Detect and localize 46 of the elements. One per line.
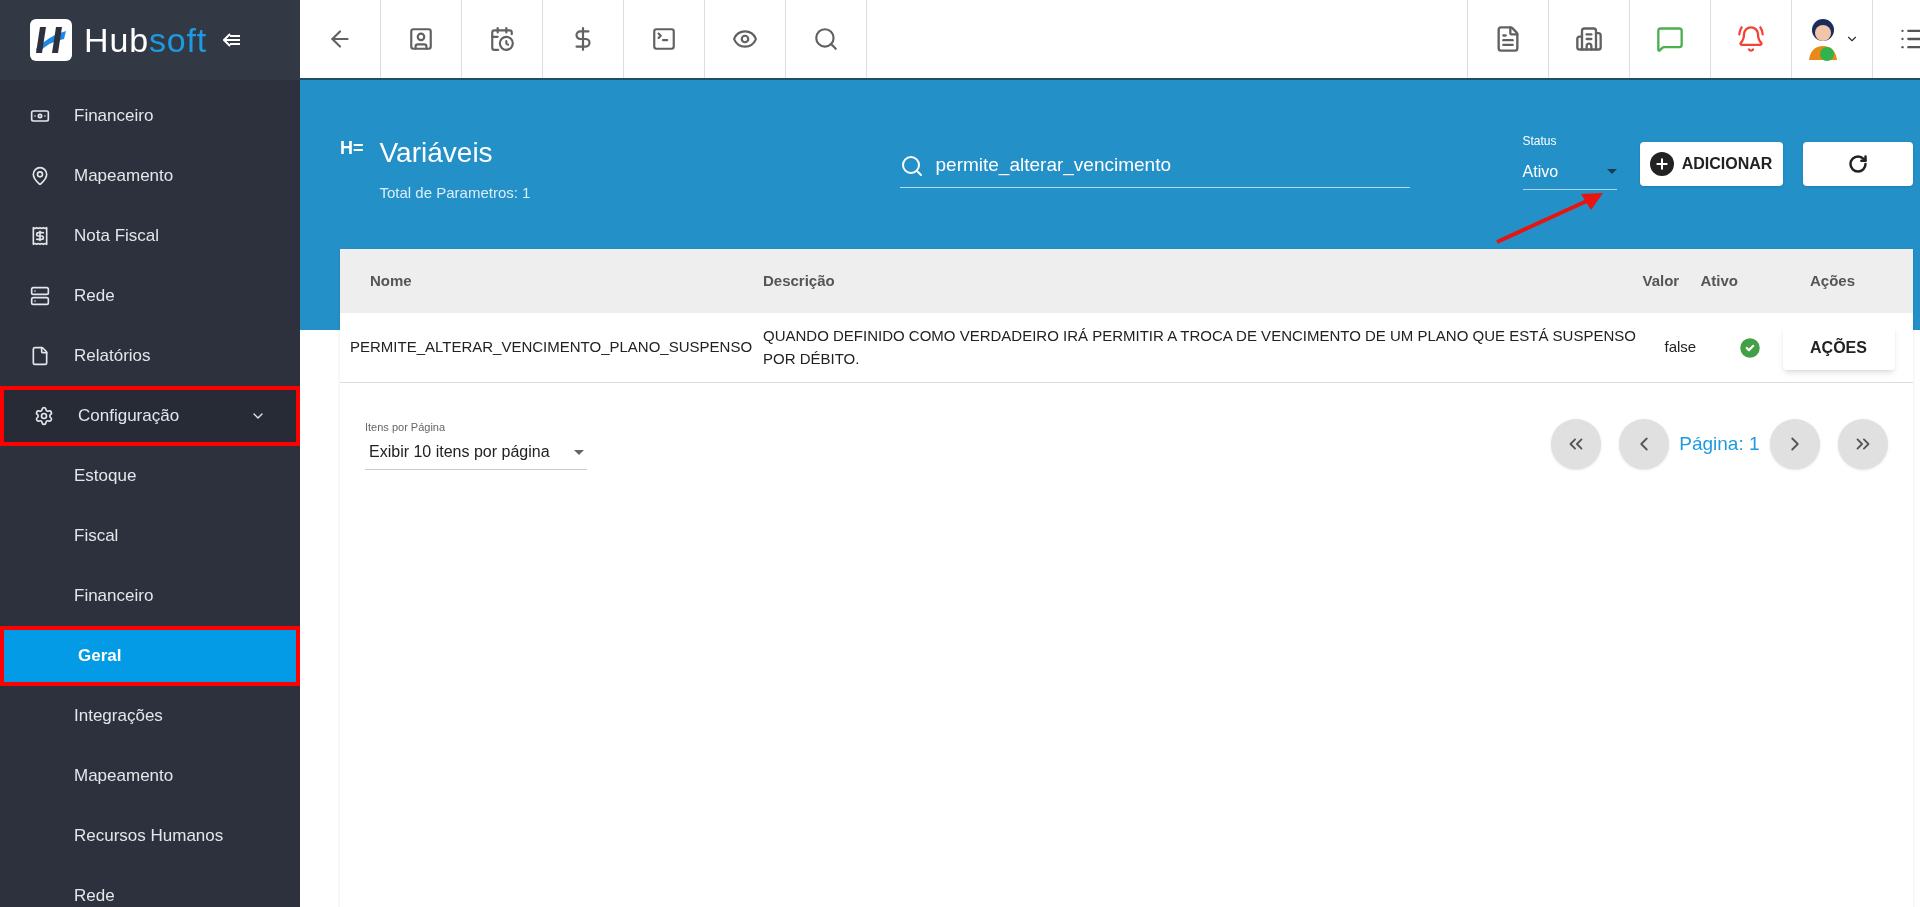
parameter-count: Total de Parametros: 1 (379, 183, 532, 203)
first-page-button[interactable] (1551, 419, 1602, 470)
variables-icon: H= (340, 135, 364, 162)
sidebar-item[interactable]: Financeiro (0, 566, 300, 626)
add-button[interactable]: ADICIONAR (1639, 142, 1783, 186)
sidebar-item[interactable]: Mapeamento (0, 146, 300, 206)
plus-icon (1649, 152, 1674, 176)
last-page-button[interactable] (1837, 419, 1888, 470)
sidebar-item[interactable]: Fiscal (0, 506, 300, 566)
column-header: Nome (370, 271, 412, 289)
sidebar-item[interactable]: Relatórios (0, 326, 300, 386)
search-icon (899, 153, 924, 178)
sidebar-item[interactable]: Financeiro (0, 86, 300, 146)
sidebar-item[interactable]: Recursos Humanos (0, 806, 300, 866)
sidebar-item[interactable]: Configuração (0, 386, 300, 446)
column-header: Ações (1810, 271, 1856, 289)
sidebar-item[interactable]: Integrações (0, 686, 300, 746)
sidebar-item[interactable]: Mapeamento (0, 746, 300, 806)
receipt-icon (30, 226, 50, 246)
per-page-select[interactable]: Exibir 10 itens por página (365, 435, 587, 470)
sidebar-item[interactable]: Estoque (0, 446, 300, 506)
sidebar-item[interactable]: Rede (0, 266, 300, 326)
status-label: Status (1522, 133, 1558, 150)
collapse-icon[interactable] (223, 33, 242, 47)
settings-icon (34, 406, 54, 426)
table-cell: PERMITE_ALTERAR_VENCIMENTO_PLANO_SUSPENSO (350, 338, 753, 356)
sidebar-item[interactable]: Nota Fiscal (0, 206, 300, 266)
actions-button[interactable]: AÇÕES (1782, 325, 1895, 370)
document-icon (30, 346, 50, 366)
column-header: Descrição (763, 271, 835, 289)
search-field[interactable]: permite_alterar_vencimento (899, 144, 1410, 188)
status-select[interactable]: Ativo (1522, 154, 1617, 190)
column-header: Ativo (1700, 271, 1738, 289)
table-cell-text: QUANDO DEFINIDO COMO VERDADEIRO IRÁ PERMITIR A TROCA DE VENCIMENTO DE UM PLANO QUE ESTÁ SUSPENSO POR DÉBITO. (763, 326, 1637, 369)
server-icon (30, 286, 50, 306)
column-header: Valor (1642, 271, 1680, 289)
page-indicator: Página: 1 (1679, 432, 1760, 456)
logo-icon (30, 19, 72, 61)
logo-text: Hubsoft (84, 19, 208, 61)
page-title: Variáveis (379, 136, 494, 170)
sidebar-item[interactable]: Rede (0, 866, 300, 907)
table-cell: false (1664, 338, 1697, 356)
refresh-icon (1847, 154, 1868, 174)
refresh-button[interactable] (1802, 142, 1913, 186)
per-page-label: Itens por Página (365, 420, 447, 435)
map-pin-icon (30, 166, 50, 186)
